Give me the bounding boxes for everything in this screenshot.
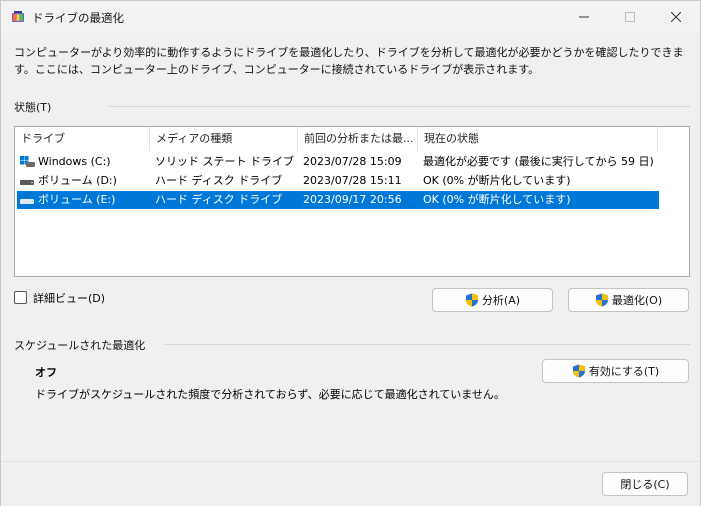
hard-drive-icon — [20, 199, 34, 204]
minimize-icon — [579, 16, 589, 18]
defrag-app-icon — [12, 11, 24, 22]
description-text: コンピューターがより効率的に動作するようにドライブを最適化したり、ドライブを分析… — [14, 46, 684, 76]
schedule-divider — [165, 344, 690, 345]
close-window-button[interactable] — [653, 1, 699, 33]
drive-row-selected[interactable]: ボリューム (E:) ハード ディスク ドライブ 2023/09/17 20:5… — [17, 191, 659, 209]
drive-name: Windows (C:) — [38, 155, 111, 168]
close-icon — [671, 12, 681, 22]
windows-drive-icon — [20, 156, 35, 167]
drive-optimizer-window: ドライブの最適化 コンピューターがより効率的に動作するようにドライブを最適化した… — [0, 0, 701, 506]
schedule-state: オフ — [35, 366, 57, 379]
current-status: OK (0% が断片化しています) — [423, 174, 571, 187]
status-section-label: 状態(T) — [14, 101, 52, 114]
column-header-current-status[interactable]: 現在の状態 — [418, 127, 658, 151]
drive-row[interactable]: ボリューム (D:) ハード ディスク ドライブ 2023/07/28 15:1… — [17, 172, 659, 190]
close-button-label: 閉じる(C) — [620, 478, 670, 491]
analyze-button-label: 分析(A) — [481, 294, 521, 307]
uac-shield-icon — [465, 293, 478, 307]
analyze-button[interactable]: 分析(A) — [432, 288, 553, 312]
column-header-media-type[interactable]: メディアの種類 — [150, 127, 298, 151]
schedule-section-label: スケジュールされた最適化 — [14, 339, 146, 352]
hard-drive-icon — [20, 180, 34, 185]
uac-shield-icon — [572, 364, 585, 378]
media-type: ソリッド ステート ドライブ — [155, 155, 294, 168]
enable-schedule-button[interactable]: 有効にする(T) — [542, 359, 689, 383]
last-analyzed: 2023/07/28 15:11 — [303, 174, 402, 187]
optimize-button-label: 最適化(O) — [611, 294, 663, 307]
maximize-button — [607, 1, 653, 33]
media-type: ハード ディスク ドライブ — [155, 193, 283, 206]
column-header-last-analyzed[interactable]: 前回の分析または最... — [298, 127, 418, 151]
uac-shield-icon — [595, 293, 608, 307]
status-divider — [109, 106, 690, 107]
enable-button-label: 有効にする(T) — [588, 365, 660, 378]
close-button[interactable]: 閉じる(C) — [602, 472, 688, 496]
minimize-button[interactable] — [561, 1, 607, 33]
maximize-icon — [625, 12, 635, 22]
footer-bar — [1, 461, 700, 506]
current-status: OK (0% が断片化しています) — [423, 193, 571, 206]
detail-view-label[interactable]: 詳細ビュー(D) — [33, 290, 105, 306]
drive-name: ボリューム (D:) — [38, 174, 117, 187]
drive-list-header: ドライブ メディアの種類 前回の分析または最... 現在の状態 — [15, 127, 689, 151]
drive-name: ボリューム (E:) — [38, 193, 116, 206]
drive-row[interactable]: Windows (C:) ソリッド ステート ドライブ 2023/07/28 1… — [17, 153, 659, 171]
optimize-button[interactable]: 最適化(O) — [568, 288, 689, 312]
window-title: ドライブの最適化 — [32, 11, 124, 25]
last-analyzed: 2023/09/17 20:56 — [303, 193, 402, 206]
drive-list[interactable]: ドライブ メディアの種類 前回の分析または最... 現在の状態 Windows … — [14, 126, 690, 277]
detail-view-checkbox[interactable] — [14, 291, 27, 304]
current-status: 最適化が必要です (最後に実行してから 59 日) — [423, 155, 654, 168]
title-bar: ドライブの最適化 — [1, 1, 700, 33]
schedule-description: ドライブがスケジュールされた頻度で分析されておらず、必要に応じて最適化されていま… — [35, 388, 505, 401]
column-header-drive[interactable]: ドライブ — [15, 127, 150, 151]
media-type: ハード ディスク ドライブ — [155, 174, 283, 187]
last-analyzed: 2023/07/28 15:09 — [303, 155, 402, 168]
